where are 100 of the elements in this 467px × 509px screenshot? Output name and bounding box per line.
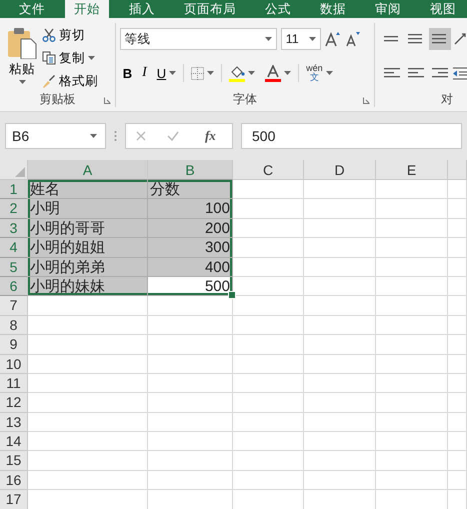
row-header[interactable]: 3 [0, 218, 28, 238]
row-header[interactable]: 16 [0, 470, 28, 490]
row-header[interactable]: 13 [0, 412, 28, 432]
table-cell [233, 238, 304, 258]
grow-font-icon[interactable] [324, 31, 341, 47]
row-header[interactable]: 17 [0, 490, 28, 509]
ribbon-tab[interactable]: 视图 [421, 0, 465, 18]
table-cell: 小明的弟弟 [28, 258, 148, 277]
table-cell: 200 [148, 218, 233, 238]
row-header[interactable]: 9 [0, 335, 28, 355]
formula-field[interactable]: 500 [241, 123, 462, 149]
table-cell [448, 354, 467, 374]
table-cell [233, 354, 304, 374]
row-header[interactable]: 15 [0, 451, 28, 471]
table-cell [376, 238, 448, 258]
checkmark-icon[interactable] [166, 131, 179, 141]
align-lines-icon [432, 34, 448, 44]
ribbon-tab[interactable]: 页面布局 [175, 0, 245, 18]
shrink-font-icon[interactable] [344, 31, 361, 47]
text-orientation-icon[interactable] [453, 32, 467, 46]
table-cell [304, 451, 376, 471]
paste-button[interactable]: 粘贴 [0, 23, 40, 91]
row-header[interactable]: 10 [0, 354, 28, 374]
bold-button[interactable]: B [120, 62, 136, 84]
ribbon-tab[interactable]: 公式 [256, 0, 300, 18]
ribbon-tab[interactable]: 插入 [120, 0, 164, 18]
copy-button[interactable]: 复制 [40, 48, 100, 68]
row-header[interactable]: 14 [0, 432, 28, 452]
italic-button[interactable]: I [139, 62, 150, 84]
column-header[interactable]: E [376, 160, 448, 180]
caret-icon [264, 37, 272, 41]
phonetic-button[interactable]: wén 文 [303, 62, 336, 84]
row-header[interactable]: 6 [0, 276, 28, 296]
drag-handle-icon[interactable] [114, 130, 117, 142]
table-cell [448, 470, 467, 490]
name-box[interactable]: B6 [5, 123, 106, 149]
table-cell: 100 [148, 199, 233, 219]
table-cell [376, 393, 448, 413]
group-label: 剪贴板 [38, 91, 76, 107]
format-painter-button[interactable]: 格式刷 [40, 71, 100, 91]
row-header[interactable]: 7 [0, 296, 28, 316]
table-cell [376, 199, 448, 219]
borders-icon [191, 66, 204, 80]
table-cell [448, 199, 467, 219]
fill-handle[interactable] [228, 291, 236, 300]
insert-function-button[interactable]: fx [198, 127, 222, 145]
row-header[interactable]: 2 [0, 199, 28, 219]
align-lines-icon [408, 34, 424, 44]
table-cell [376, 354, 448, 374]
table-cell [233, 180, 304, 200]
table-cell [304, 354, 376, 374]
table-cell: 400 [148, 258, 233, 277]
table-cell [376, 218, 448, 238]
row-header[interactable]: 5 [0, 258, 28, 277]
table-cell [304, 238, 376, 258]
table-cell [233, 199, 304, 219]
table-cell [233, 335, 304, 355]
table-cell: 分数 [148, 180, 233, 200]
table-cell [233, 296, 304, 316]
decrease-indent-icon[interactable] [453, 66, 467, 80]
caret-icon [308, 37, 316, 41]
table-cell [376, 335, 448, 355]
vertical-align-button[interactable] [429, 28, 451, 50]
column-header[interactable]: B [148, 160, 233, 180]
table-cell [304, 316, 376, 336]
ribbon-tab[interactable]: 文件 [10, 0, 54, 18]
cut-button[interactable]: 剪切 [40, 25, 100, 45]
table-cell: 小明的妹妹 [28, 276, 148, 296]
dialog-launcher-icon[interactable] [363, 97, 370, 104]
table-cell [448, 451, 467, 471]
table-cell [376, 276, 448, 296]
table-cell: 500 [148, 276, 233, 296]
dialog-launcher-icon[interactable] [104, 97, 111, 104]
column-header[interactable]: A [28, 160, 148, 180]
clipboard-icon [7, 27, 37, 59]
column-header[interactable]: D [304, 160, 376, 180]
row-header[interactable]: 1 [0, 180, 28, 200]
caret-icon [90, 134, 97, 138]
table-cell [448, 335, 467, 355]
table-cell [448, 296, 467, 316]
table-cell [376, 432, 448, 452]
table-cell [376, 374, 448, 394]
row-header[interactable]: 8 [0, 316, 28, 336]
row-header[interactable]: 4 [0, 238, 28, 258]
font-name-dropdown[interactable]: 等线 [120, 28, 277, 50]
table-cell [376, 316, 448, 336]
row-header[interactable]: 12 [0, 393, 28, 413]
table-cell [233, 258, 304, 277]
caret-icon [169, 71, 176, 75]
ribbon-tab[interactable]: 开始 [65, 0, 109, 18]
font-color-icon [265, 64, 282, 82]
ribbon-tab[interactable]: 审阅 [366, 0, 410, 18]
align-right-icon [432, 68, 448, 78]
underline-button[interactable]: U [154, 62, 180, 84]
font-size-dropdown[interactable]: 11 [280, 28, 321, 50]
row-header[interactable]: 11 [0, 374, 28, 394]
table-cell [304, 199, 376, 219]
table-cell: 小明 [28, 199, 148, 219]
ribbon-tab[interactable]: 数据 [311, 0, 355, 18]
column-header[interactable]: C [233, 160, 304, 180]
